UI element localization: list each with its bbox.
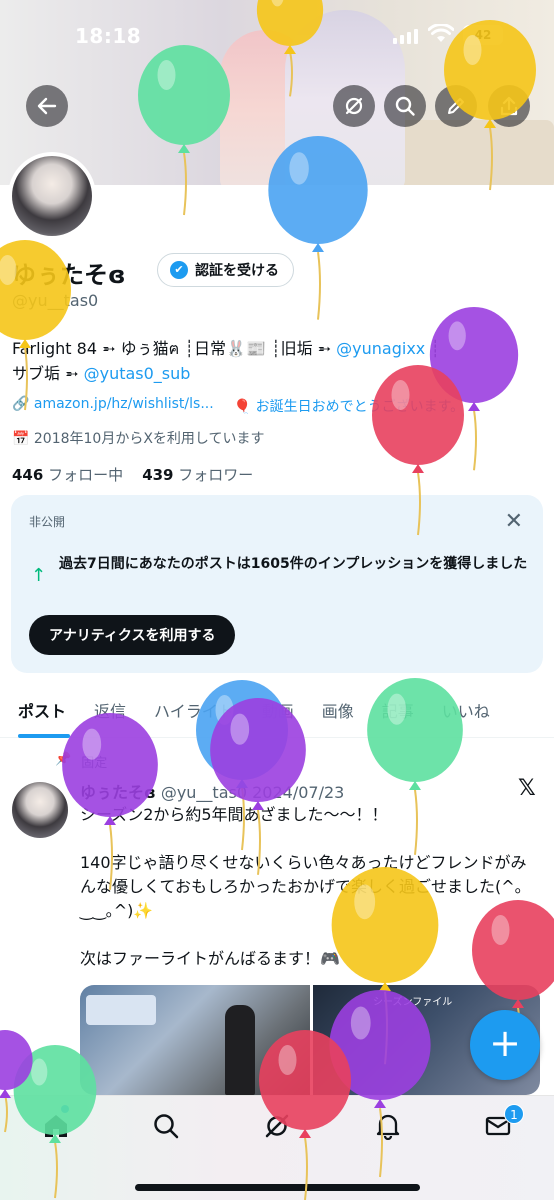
status-time: 18:18	[75, 24, 142, 48]
grok-icon	[345, 97, 363, 115]
post-avatar[interactable]	[12, 782, 68, 838]
media-character-figure	[225, 1005, 255, 1095]
battery-indicator: 42	[463, 25, 503, 45]
tab-videos[interactable]: 動画	[248, 690, 308, 738]
share-button[interactable]	[488, 85, 530, 127]
profile-tabs: ポスト 返信 ハイライト 動画 画像 記事 いいね	[0, 690, 554, 738]
analytics-button[interactable]: アナリティクスを利用する	[29, 615, 236, 655]
notifications-icon	[376, 1114, 400, 1140]
birthday-text: お誕生日おめでとうございます。	[255, 399, 465, 415]
balloon	[429, 307, 519, 471]
bio-mention-sub-account[interactable]: @yutas0_sub	[84, 364, 191, 383]
tab-articles[interactable]: 記事	[368, 690, 428, 738]
link-icon: 🔗	[12, 396, 30, 412]
bio-line-1-tail: ┊	[425, 339, 440, 358]
grok-button[interactable]	[333, 85, 375, 127]
post-handle: @yu__tas0	[160, 783, 248, 802]
joined-text: 2018年10月からXを利用しています	[33, 431, 265, 447]
followers-link[interactable]: 439 フォロワー	[142, 466, 253, 484]
profile-handle: @yu__tas0	[12, 291, 99, 310]
tab-posts[interactable]: ポスト	[0, 690, 80, 738]
tab-likes[interactable]: いいね	[428, 690, 504, 738]
following-label: フォロー中	[48, 466, 124, 484]
avatar-image	[12, 156, 92, 236]
tab-highlights[interactable]: ハイライト	[140, 690, 248, 738]
calendar-icon: 📅	[12, 431, 30, 447]
pin-icon: 📌	[55, 752, 72, 767]
search-button[interactable]	[384, 85, 426, 127]
close-icon[interactable]: ✕	[505, 509, 523, 534]
joined-date: 📅 2018年10月からXを利用しています	[12, 428, 265, 448]
media-season-file-label: シーズンファイル	[373, 997, 453, 1008]
home-indicator	[135, 1184, 420, 1191]
get-verified-label: 認証を受ける	[195, 263, 279, 279]
verified-badge-icon: ✔	[170, 261, 188, 279]
private-label: 非公開	[29, 515, 66, 529]
profile-meta-row: 🔗 amazon.jp/hz/wishlist/ls... 🎈 お誕生日おめでと…	[12, 396, 464, 416]
share-icon	[500, 96, 518, 116]
tab-media[interactable]: 画像	[308, 690, 368, 738]
follow-stats: 446 フォロー中 439 フォロワー	[12, 464, 253, 485]
pinned-indicator: 📌 固定	[55, 752, 107, 771]
impressions-message: 過去7日間にあなたのポストは1605件のインプレッションを獲得しました	[59, 556, 528, 572]
get-verified-button[interactable]: ✔ 認証を受ける	[157, 253, 294, 287]
bio-line-2: サブ垢 ➵ @yutas0_sub	[12, 360, 190, 384]
x-logo-icon: 𝕏	[518, 776, 536, 801]
followers-label: フォロワー	[178, 466, 254, 484]
website-link[interactable]: amazon.jp/hz/wishlist/ls...	[34, 396, 214, 412]
nav-search[interactable]	[150, 1110, 182, 1142]
followers-count: 439	[142, 466, 174, 484]
nav-home[interactable]	[40, 1110, 72, 1142]
arrow-up-icon: ↑	[31, 565, 47, 586]
post-date: 2024/07/23	[252, 783, 345, 802]
search-icon	[154, 1114, 179, 1139]
messages-badge: 1	[504, 1104, 524, 1124]
profile-name-suffix: ɞ	[108, 261, 126, 289]
search-icon	[395, 96, 415, 116]
home-notification-dot	[61, 1105, 69, 1113]
post-text: シーズン2から約5年間あざました〜〜！！ 140字じゃ語り尽くせないくらい色々あ…	[80, 805, 527, 968]
cellular-signal-icon	[393, 28, 418, 44]
analytics-card: 非公開 ✕ ↑ 過去7日間にあなたのポストは1605件のインプレッションを獲得し…	[11, 495, 543, 673]
following-count: 446	[12, 466, 44, 484]
edit-pencil-icon	[448, 98, 464, 114]
website-item[interactable]: 🔗 amazon.jp/hz/wishlist/ls...	[12, 396, 214, 416]
back-button[interactable]	[26, 85, 68, 127]
bio-line-1-text: Farlight 84 ➵ ゆぅ猫ฅ ┊日常🐰📰 ┊旧垢 ➵	[12, 339, 337, 358]
compose-post-button[interactable]: +	[470, 1010, 540, 1080]
home-icon	[45, 1115, 67, 1137]
post-author[interactable]: ゆぅたそɞ	[80, 783, 156, 802]
banner-sofa	[380, 120, 554, 185]
bio-mention-old-account[interactable]: @yunagixx	[336, 339, 425, 358]
nav-notifications[interactable]	[372, 1110, 404, 1142]
bio-line-2-text: サブ垢 ➵	[12, 364, 84, 383]
media-image-1[interactable]	[80, 985, 310, 1095]
status-bar: 18:18 42	[0, 0, 554, 70]
wifi-icon	[428, 24, 454, 42]
media-game-banner	[86, 995, 156, 1025]
birthday-item: 🎈 お誕生日おめでとうございます。	[234, 396, 465, 416]
nav-grok[interactable]	[261, 1110, 293, 1142]
profile-avatar[interactable]	[8, 152, 96, 240]
post-header: ゆぅたそɞ @yu__tas0 2024/07/23	[80, 779, 344, 803]
grok-icon	[265, 1114, 289, 1138]
profile-name-text: ゆぅたそ	[12, 261, 108, 289]
bio-line-1: Farlight 84 ➵ ゆぅ猫ฅ ┊日常🐰📰 ┊旧垢 ➵ @yunagixx…	[12, 335, 440, 362]
following-link[interactable]: 446 フォロー中	[12, 466, 123, 484]
profile-name: ゆぅたそɞ	[12, 255, 126, 290]
tab-replies[interactable]: 返信	[80, 690, 140, 738]
balloon-icon: 🎈	[233, 399, 252, 415]
pinned-label: 固定	[81, 756, 108, 771]
edit-profile-button[interactable]	[435, 85, 477, 127]
back-arrow-icon	[37, 97, 57, 115]
